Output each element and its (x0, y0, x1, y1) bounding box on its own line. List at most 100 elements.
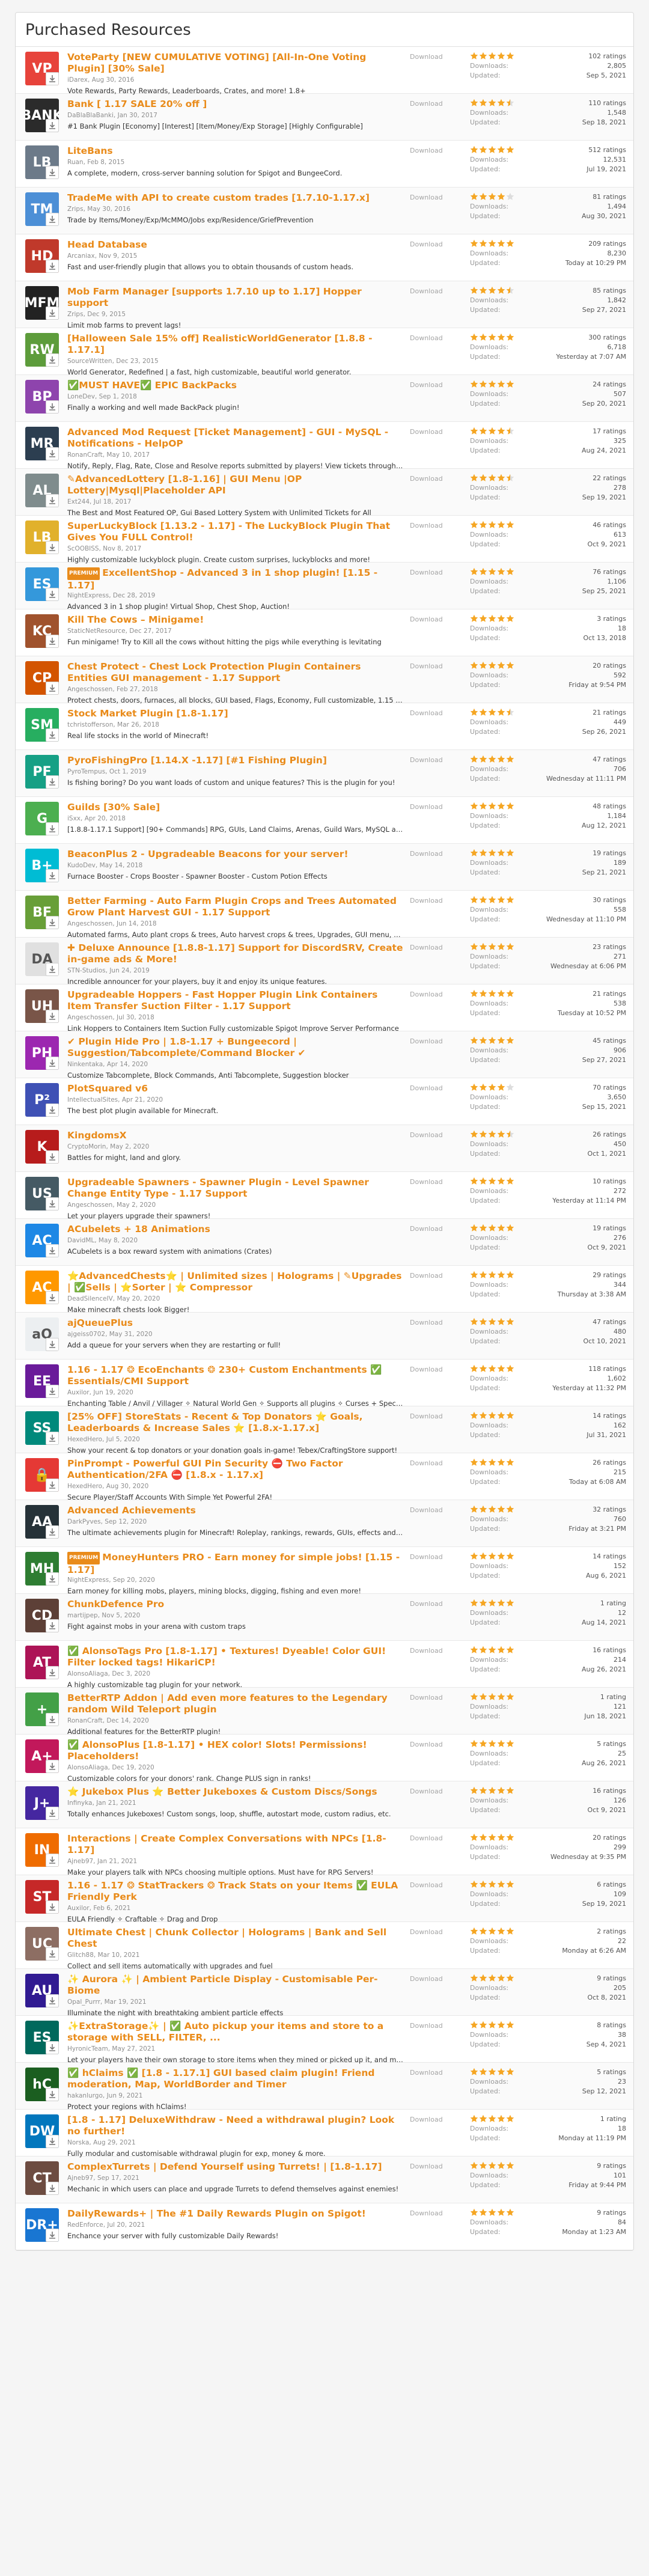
resource-icon[interactable]: LB (25, 520, 59, 554)
download-link[interactable]: Download (410, 239, 470, 248)
download-link[interactable]: Download (410, 2161, 470, 2170)
resource-title-link[interactable]: Chest Protect - Chest Lock Protection Pl… (67, 661, 404, 684)
download-link[interactable]: Download (410, 1692, 470, 1702)
download-badge-icon[interactable] (46, 1244, 59, 1257)
resource-icon[interactable]: SM (25, 708, 59, 742)
resource-title-link[interactable]: ⭐AdvancedChests⭐ | Unlimited sizes | Hol… (67, 1271, 404, 1293)
resource-title-link[interactable]: Guilds [30% Sale] (67, 802, 404, 813)
resource-author[interactable]: Arcaniax (67, 252, 95, 260)
resource-title-link[interactable]: ✚ Deluxe Announce [1.8.8-1.17] Support f… (67, 942, 404, 965)
download-badge-icon[interactable] (46, 1619, 59, 1632)
download-link[interactable]: Download (410, 1224, 470, 1233)
download-link[interactable]: Download (410, 1599, 470, 1608)
resource-title-link[interactable]: ✅MUST HAVE✅ EPIC BackPacks (67, 380, 404, 391)
resource-title-link[interactable]: Ultimate Chest | Chunk Collector | Holog… (67, 1927, 404, 1950)
download-badge-icon[interactable] (46, 494, 59, 507)
resource-title-link[interactable]: LiteBans (67, 145, 404, 157)
resource-icon[interactable]: PH (25, 1036, 59, 1070)
resource-icon[interactable]: IN (25, 1833, 59, 1867)
download-badge-icon[interactable] (46, 1291, 59, 1304)
download-link[interactable]: Download (410, 802, 470, 811)
resource-icon[interactable]: AT (25, 1646, 59, 1679)
resource-author[interactable]: iDarex (67, 76, 88, 84)
resource-author[interactable]: SourceWritten (67, 358, 112, 365)
resource-icon[interactable]: CT (25, 2161, 59, 2195)
download-badge-icon[interactable] (46, 1479, 59, 1492)
resource-icon[interactable]: AC (25, 1224, 59, 1257)
resource-icon[interactable]: ES (25, 2021, 59, 2054)
resource-title-link[interactable]: ✅ hClaims ✅ [1.8 - 1.17.1] GUI based cla… (67, 2068, 404, 2090)
download-badge-icon[interactable] (46, 1103, 59, 1117)
resource-icon[interactable]: SS (25, 1411, 59, 1445)
resource-icon[interactable]: aQ (25, 1317, 59, 1351)
resource-author[interactable]: ScOOBISS (67, 545, 99, 552)
download-badge-icon[interactable] (46, 1057, 59, 1070)
resource-author[interactable]: NightExpress (67, 592, 109, 599)
resource-author[interactable]: Norska (67, 2139, 89, 2146)
resource-author[interactable]: Angeschossen (67, 1014, 112, 1021)
download-link[interactable]: Download (410, 2021, 470, 2030)
resource-title-link[interactable]: Kill The Cows – Minigame! (67, 614, 404, 626)
resource-title-link[interactable]: Advanced Mod Request [Ticket Management]… (67, 427, 404, 450)
resource-title-link[interactable]: [25% OFF] StoreStats - Recent & Top Dona… (67, 1411, 404, 1434)
resource-author[interactable]: Angeschossen (67, 686, 112, 693)
resource-author[interactable]: iSxx (67, 815, 81, 822)
resource-title-link[interactable]: Bank [ 1.17 SALE 20% off ] (67, 99, 404, 110)
resource-icon[interactable]: 🔒 (25, 1458, 59, 1492)
resource-author[interactable]: Zrips (67, 206, 84, 213)
resource-author[interactable]: Ninkentaka (67, 1061, 103, 1068)
resource-title-link[interactable]: PREMIUM ExcellentShop - Advanced 3 in 1 s… (67, 567, 404, 590)
resource-icon[interactable]: EE (25, 1364, 59, 1398)
download-link[interactable]: Download (410, 989, 470, 998)
resource-icon[interactable]: K (25, 1130, 59, 1164)
resource-title-link[interactable]: PREMIUM MoneyHunters PRO - Earn money for… (67, 1552, 404, 1575)
resource-author[interactable]: CryptoMorin (67, 1143, 106, 1150)
resource-author[interactable]: RonanCraft (67, 451, 103, 459)
resource-title-link[interactable]: PyroFishingPro [1.14.X -1.17] [#1 Fishin… (67, 755, 404, 766)
resource-author[interactable]: NightExpress (67, 1576, 109, 1584)
download-badge-icon[interactable] (46, 2088, 59, 2101)
resource-title-link[interactable]: ✨ Aurora ✨ | Ambient Particle Display - … (67, 1974, 404, 1997)
resource-icon[interactable]: LB (25, 145, 59, 179)
download-badge-icon[interactable] (46, 1385, 59, 1398)
download-badge-icon[interactable] (46, 213, 59, 226)
resource-icon[interactable]: UC (25, 1927, 59, 1961)
resource-author[interactable]: LoneDev (67, 393, 95, 400)
resource-title-link[interactable]: Interactions | Create Complex Conversati… (67, 1833, 404, 1856)
resource-title-link[interactable]: Upgradeable Spawners - Spawner Plugin - … (67, 1177, 404, 1200)
download-badge-icon[interactable] (46, 1900, 59, 1914)
download-badge-icon[interactable] (46, 72, 59, 85)
resource-icon[interactable]: BP (25, 380, 59, 414)
resource-title-link[interactable]: ⭐ Jukebox Plus ⭐ Better Jukeboxes & Cust… (67, 1786, 404, 1798)
download-link[interactable]: Download (410, 567, 470, 576)
download-badge-icon[interactable] (46, 728, 59, 742)
resource-author[interactable]: Ajneb97 (67, 2175, 93, 2182)
download-link[interactable]: Download (410, 52, 470, 61)
resource-author[interactable]: Ajneb97 (67, 1858, 93, 1865)
download-link[interactable]: Download (410, 755, 470, 764)
download-link[interactable]: Download (410, 145, 470, 154)
resource-author[interactable]: PyroTempus (67, 768, 105, 775)
download-link[interactable]: Download (410, 1411, 470, 1420)
download-badge-icon[interactable] (46, 1760, 59, 1773)
download-badge-icon[interactable] (46, 822, 59, 835)
resource-title-link[interactable]: ChunkDefence Pro (67, 1599, 404, 1610)
resource-title-link[interactable]: KingdomsX (67, 1130, 404, 1141)
resource-title-link[interactable]: BetterRTP Addon | Add even more features… (67, 1692, 404, 1715)
download-link[interactable]: Download (410, 2208, 470, 2217)
download-link[interactable]: Download (410, 192, 470, 201)
download-link[interactable]: Download (410, 1036, 470, 1045)
resource-author[interactable]: DavidML (67, 1237, 94, 1244)
resource-author[interactable]: DeadSilenceIV (67, 1295, 113, 1302)
resource-icon[interactable]: hC (25, 2068, 59, 2101)
download-link[interactable]: Download (410, 1739, 470, 1748)
resource-title-link[interactable]: ✎AdvancedLottery [1.8-1.16] | GUI Menu |… (67, 474, 404, 496)
resource-author[interactable]: DarkPyves (67, 1518, 101, 1525)
download-badge-icon[interactable] (46, 1150, 59, 1164)
resource-icon[interactable]: PF (25, 755, 59, 789)
resource-title-link[interactable]: ✨ExtraStorage✨ | ✅ Auto pickup your item… (67, 2021, 404, 2043)
download-link[interactable]: Download (410, 99, 470, 108)
resource-author[interactable]: HexedHero (67, 1483, 102, 1490)
resource-title-link[interactable]: ajQueuePlus (67, 1317, 404, 1329)
resource-author[interactable]: IntellectualSites (67, 1096, 118, 1103)
